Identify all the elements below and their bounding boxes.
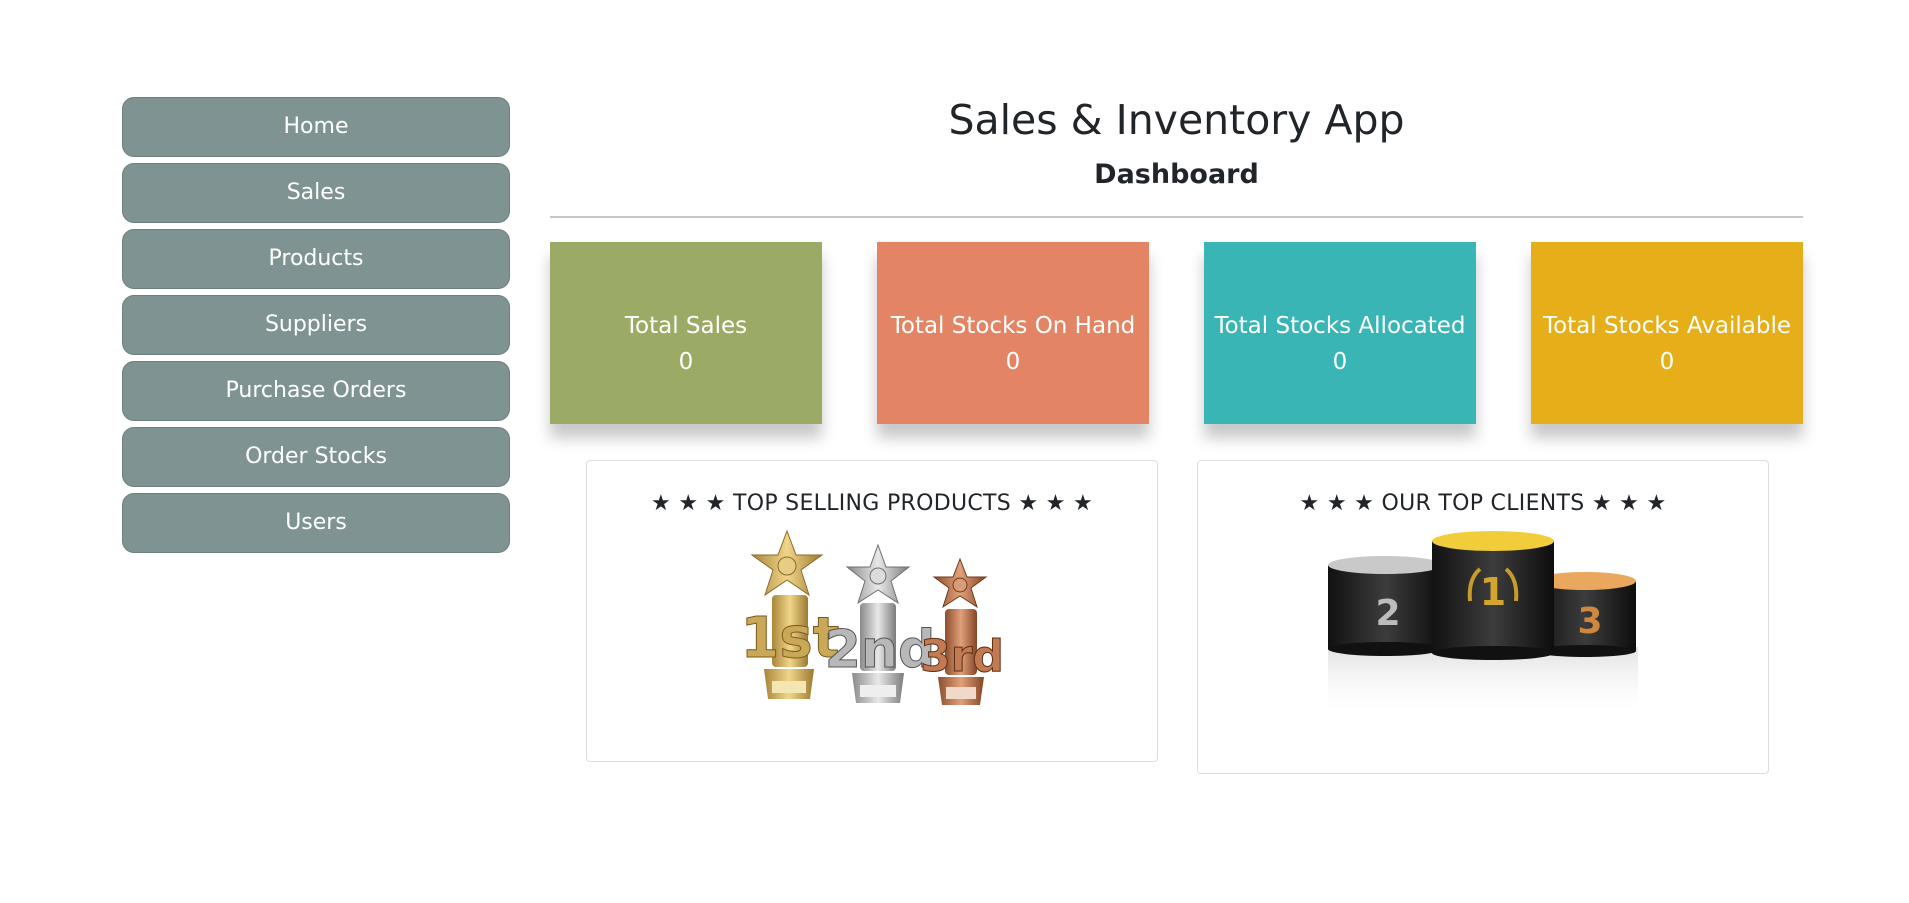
header-divider <box>550 216 1803 218</box>
podium-second-place: 2 <box>1328 556 1443 656</box>
trophy-label-3rd: 3rd <box>920 631 1002 682</box>
top-clients-title: ★ ★ ★ OUR TOP CLIENTS ★ ★ ★ <box>1299 491 1667 516</box>
stat-value: 0 <box>678 349 694 375</box>
main-content: Sales & Inventory App Dashboard Total Sa… <box>550 90 1803 780</box>
bronze-trophy-icon: 3rd <box>920 557 1002 705</box>
podium-label-3: 3 <box>1577 601 1602 642</box>
podium-image: 2 3 1 <box>1328 531 1638 717</box>
sidebar: Home Sales Products Suppliers Purchase O… <box>122 97 510 559</box>
stat-card-total-stocks-available: Total Stocks Available 0 <box>1531 242 1803 424</box>
panels-row: ★ ★ ★ TOP SELLING PRODUCTS ★ ★ ★ 1st 2nd… <box>550 460 1803 780</box>
stat-label: Total Stocks Allocated <box>1214 313 1466 339</box>
stat-card-total-stocks-allocated: Total Stocks Allocated 0 <box>1204 242 1476 424</box>
stats-row: Total Sales 0 Total Stocks On Hand 0 Tot… <box>550 242 1803 424</box>
top-products-title: ★ ★ ★ TOP SELLING PRODUCTS ★ ★ ★ <box>651 491 1093 516</box>
trophies-image: 1st 2nd 3rd <box>742 529 1002 705</box>
stat-label: Total Stocks Available <box>1542 313 1792 339</box>
app-title: Sales & Inventory App <box>948 96 1405 144</box>
stat-value: 0 <box>1332 349 1348 375</box>
stat-label: Total Sales <box>624 313 748 339</box>
podium-label-1: 1 <box>1480 570 1506 614</box>
dashboard-page: Home Sales Products Suppliers Purchase O… <box>0 0 1909 903</box>
sidebar-item-purchase-orders[interactable]: Purchase Orders <box>122 361 510 421</box>
sidebar-item-order-stocks[interactable]: Order Stocks <box>122 427 510 487</box>
top-clients-panel: ★ ★ ★ OUR TOP CLIENTS ★ ★ ★ 2 3 1 <box>1197 460 1769 774</box>
sidebar-item-sales[interactable]: Sales <box>122 163 510 223</box>
sidebar-item-users[interactable]: Users <box>122 493 510 553</box>
stat-value: 0 <box>1005 349 1021 375</box>
podium-first-place: 1 <box>1432 531 1554 660</box>
sidebar-item-products[interactable]: Products <box>122 229 510 289</box>
stat-card-total-stocks-on-hand: Total Stocks On Hand 0 <box>877 242 1149 424</box>
sidebar-item-home[interactable]: Home <box>122 97 510 157</box>
podium-label-2: 2 <box>1375 593 1400 634</box>
stat-card-total-sales: Total Sales 0 <box>550 242 822 424</box>
top-products-panel: ★ ★ ★ TOP SELLING PRODUCTS ★ ★ ★ 1st 2nd… <box>586 460 1158 762</box>
page-title: Dashboard <box>1094 159 1259 190</box>
silver-trophy-icon: 2nd <box>824 543 936 703</box>
stat-label: Total Stocks On Hand <box>890 313 1136 339</box>
sidebar-item-suppliers[interactable]: Suppliers <box>122 295 510 355</box>
stat-value: 0 <box>1659 349 1675 375</box>
trophy-label-2nd: 2nd <box>825 620 935 680</box>
